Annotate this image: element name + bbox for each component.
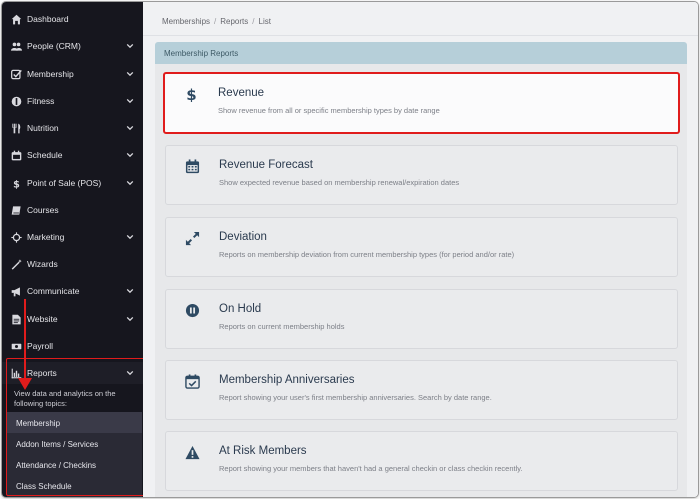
money-icon: [10, 340, 22, 352]
chevron-down-icon: [126, 233, 134, 241]
fitness-icon: [10, 95, 22, 107]
breadcrumb-separator: /: [252, 17, 255, 26]
chevron-down-icon: [126, 97, 134, 105]
file-icon: [10, 313, 22, 325]
breadcrumb-memberships[interactable]: Memberships: [162, 17, 210, 26]
dollar-icon: $: [10, 177, 22, 189]
check-square-icon: [10, 68, 22, 80]
breadcrumb-list: List: [258, 17, 271, 26]
sidebar: Dashboard People (CRM) Membership Fitnes…: [2, 2, 145, 497]
sidebar-item-dashboard[interactable]: Dashboard: [2, 8, 143, 30]
card-description: Reports on membership deviation from cur…: [219, 250, 515, 259]
sidebar-item-marketing[interactable]: Marketing: [2, 226, 143, 248]
sidebar-item-wizards[interactable]: Wizards: [2, 253, 143, 275]
card-description: Report showing your members that haven't…: [219, 464, 523, 473]
utensils-icon: [10, 122, 22, 134]
sidebar-item-label: Communicate: [27, 286, 80, 296]
home-icon: [10, 13, 22, 25]
report-card-revenue[interactable]: $ Revenue Show revenue from all or speci…: [163, 72, 680, 134]
sidebar-item-label: People (CRM): [27, 41, 81, 51]
sidebar-item-courses[interactable]: Courses: [2, 199, 143, 221]
svg-text:$: $: [13, 179, 20, 189]
sidebar-item-fitness[interactable]: Fitness: [2, 90, 143, 112]
panel-title: Membership Reports: [155, 42, 687, 64]
card-title: Revenue: [218, 87, 265, 99]
sidebar-item-label: Wizards: [27, 259, 58, 269]
sidebar-item-point-of-sale[interactable]: $ Point of Sale (POS): [2, 172, 143, 194]
sidebar-item-label: Point of Sale (POS): [27, 178, 102, 188]
megaphone-icon: [10, 285, 22, 297]
dollar-icon: $: [182, 85, 200, 103]
card-title: Membership Anniversaries: [219, 374, 355, 386]
pause-circle-icon: [183, 301, 201, 319]
card-title: At Risk Members: [219, 445, 307, 457]
sidebar-item-label: Marketing: [27, 232, 65, 242]
sidebar-item-label: Website: [27, 314, 58, 324]
book-icon: [10, 204, 22, 216]
annotation-arrow-head: [18, 378, 32, 390]
crosshair-icon: [10, 231, 22, 243]
calendar-check-icon: [183, 372, 201, 390]
breadcrumb-reports[interactable]: Reports: [220, 17, 248, 26]
report-card-membership-anniversaries[interactable]: Membership Anniversaries Report showing …: [165, 360, 678, 420]
sidebar-item-label: Fitness: [27, 96, 55, 106]
chevron-down-icon: [126, 287, 134, 295]
chevron-down-icon: [126, 42, 134, 50]
card-description: Show revenue from all or specific member…: [218, 106, 440, 115]
expand-arrows-icon: [183, 229, 201, 247]
sidebar-item-nutrition[interactable]: Nutrition: [2, 117, 143, 139]
sidebar-item-label: Membership: [27, 69, 74, 79]
breadcrumb-separator: /: [214, 17, 217, 26]
sidebar-item-people-crm[interactable]: People (CRM): [2, 35, 143, 57]
chevron-down-icon: [126, 124, 134, 132]
annotation-arrow: [24, 299, 26, 381]
card-description: Reports on current membership holds: [219, 322, 345, 331]
svg-text:$: $: [186, 87, 196, 102]
sidebar-item-schedule[interactable]: Schedule: [2, 144, 143, 166]
sidebar-item-label: Schedule: [27, 150, 63, 160]
chevron-down-icon: [126, 151, 134, 159]
sidebar-item-label: Payroll: [27, 341, 53, 351]
report-card-on-hold[interactable]: On Hold Reports on current membership ho…: [165, 289, 678, 349]
breadcrumb: Memberships / Reports / List: [162, 17, 271, 26]
card-title: Revenue Forecast: [219, 159, 313, 171]
report-card-revenue-forecast[interactable]: Revenue Forecast Show expected revenue b…: [165, 145, 678, 205]
chevron-down-icon: [126, 70, 134, 78]
card-title: Deviation: [219, 231, 267, 243]
sidebar-item-membership[interactable]: Membership: [2, 63, 143, 85]
magic-wand-icon: [10, 258, 22, 270]
chevron-down-icon: [126, 179, 134, 187]
warning-icon: [183, 443, 201, 461]
divider: [143, 35, 698, 36]
report-card-deviation[interactable]: Deviation Reports on membership deviatio…: [165, 217, 678, 277]
calendar-grid-icon: [183, 157, 201, 175]
sidebar-item-label: Dashboard: [27, 14, 69, 24]
main-content: Memberships / Reports / List Membership …: [143, 2, 698, 497]
app-window: Dashboard People (CRM) Membership Fitnes…: [2, 2, 698, 497]
calendar-icon: [10, 149, 22, 161]
report-card-at-risk-members[interactable]: At Risk Members Report showing your memb…: [165, 431, 678, 491]
card-description: Report showing your user's first members…: [219, 393, 492, 402]
users-icon: [10, 40, 22, 52]
sidebar-item-label: Courses: [27, 205, 59, 215]
card-description: Show expected revenue based on membershi…: [219, 178, 460, 187]
chevron-down-icon: [126, 315, 134, 323]
card-title: On Hold: [219, 303, 262, 315]
sidebar-item-label: Nutrition: [27, 123, 59, 133]
